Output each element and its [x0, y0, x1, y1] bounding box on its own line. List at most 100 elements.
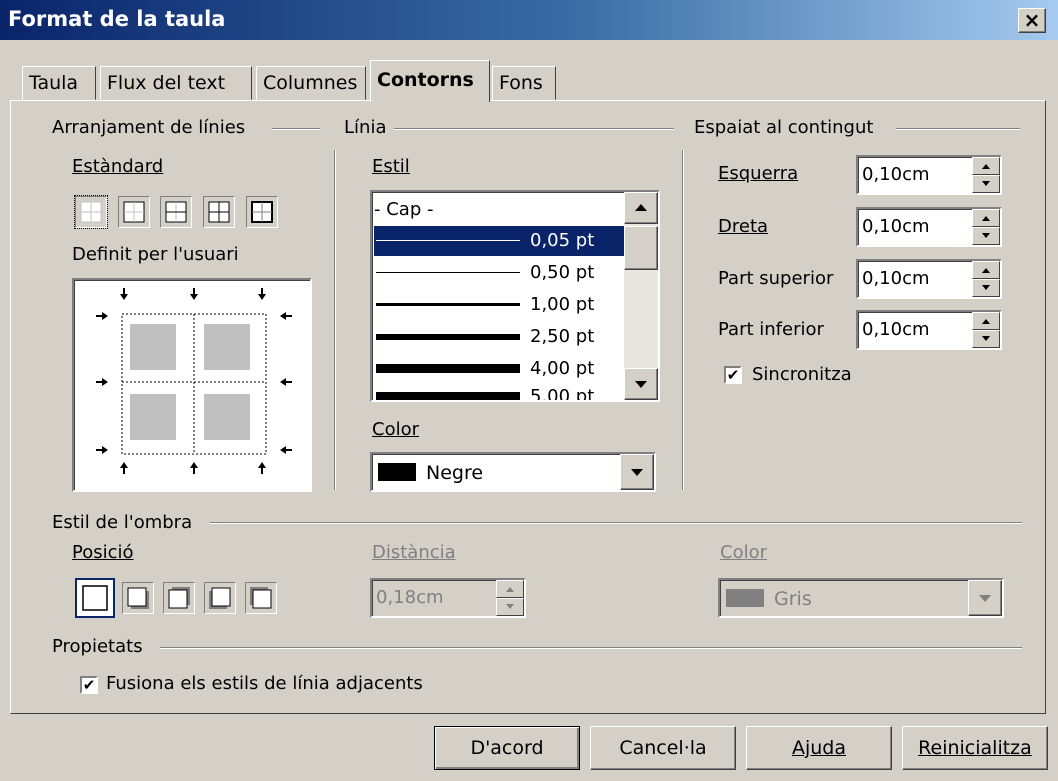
merge-label: Fusiona els estils de línia adjacents: [106, 673, 423, 694]
user-defined-label: Definit per l'usuari: [72, 244, 239, 265]
line-color-label: Color: [372, 419, 419, 440]
line-sample: [376, 303, 520, 306]
list-item[interactable]: 0,50 pt: [374, 258, 624, 288]
line-sample: [376, 392, 520, 400]
shadow-top-right-button[interactable]: [163, 582, 195, 614]
tab-fons[interactable]: Fons: [492, 66, 556, 100]
spacing-bottom-label: Part inferior: [718, 319, 824, 340]
reset-button[interactable]: Reinicialitza: [902, 726, 1048, 770]
line-sample: [376, 272, 520, 273]
shadow-bottom-left-button[interactable]: [204, 582, 236, 614]
spacing-title: Espaiat al contingut: [694, 117, 874, 138]
shadow-bottom-right-button[interactable]: [122, 582, 154, 614]
scroll-up-button[interactable]: [624, 192, 658, 224]
line-sample: [376, 364, 520, 373]
scroll-thumb[interactable]: [624, 226, 658, 270]
default-label: Estàndard: [72, 156, 164, 177]
group-line: [272, 128, 320, 130]
list-item-label: 2,50 pt: [530, 326, 595, 347]
list-item[interactable]: - Cap -: [374, 196, 624, 224]
shadow-distance-field[interactable]: 0,18cm: [370, 578, 526, 618]
border-preview[interactable]: [72, 278, 312, 492]
window-title: Format de la taula: [8, 7, 226, 31]
list-item-label: 5,00 pt: [530, 386, 595, 402]
spin-up-button[interactable]: [972, 209, 1000, 227]
spacing-left-field[interactable]: 0,10cm: [856, 155, 1002, 195]
shadow-top-left-button[interactable]: [245, 582, 277, 614]
line-color-select[interactable]: Negre: [370, 452, 656, 492]
cancel-button[interactable]: Cancel·la: [590, 726, 736, 770]
shadow-color-label: Color: [720, 542, 767, 563]
shadow-none-button[interactable]: [75, 578, 115, 618]
spacing-right-value: 0,10cm: [862, 216, 930, 237]
sync-label: Sincronitza: [752, 364, 852, 385]
merge-checkbox[interactable]: ✔: [80, 676, 98, 694]
help-button[interactable]: Ajuda: [746, 726, 892, 770]
list-item[interactable]: 1,00 pt: [374, 290, 624, 320]
line-title: Línia: [344, 117, 387, 138]
sync-checkbox[interactable]: ✔: [724, 366, 742, 384]
shadow-distance-label: Distància: [372, 542, 456, 563]
spacing-top-value: 0,10cm: [862, 268, 930, 289]
spin-down-button[interactable]: [972, 175, 1000, 193]
close-button[interactable]: ×: [1018, 8, 1046, 33]
spin-up-button[interactable]: [496, 580, 524, 598]
properties-title: Propietats: [52, 636, 143, 657]
line-arrangement-title: Arranjament de línies: [52, 117, 246, 138]
preset-outer-only-button[interactable]: [246, 196, 278, 228]
shadow-color-value: Gris: [774, 588, 812, 610]
line-sample: [376, 240, 520, 241]
list-item-label: - Cap -: [374, 199, 434, 220]
scrollbar[interactable]: [624, 192, 658, 400]
dropdown-arrow-button[interactable]: [968, 580, 1002, 616]
group-line: [160, 647, 1022, 649]
preset-outer-horizontal-button[interactable]: [160, 196, 192, 228]
tab-flux-del-text[interactable]: Flux del text: [100, 66, 252, 100]
divider: [334, 150, 336, 490]
spin-down-button[interactable]: [496, 598, 524, 616]
spacing-left-value: 0,10cm: [862, 164, 930, 185]
scroll-down-button[interactable]: [624, 368, 658, 400]
dropdown-arrow-button[interactable]: [620, 454, 654, 490]
list-item[interactable]: 2,50 pt: [374, 322, 624, 352]
color-swatch: [726, 589, 764, 607]
tab-columnes[interactable]: Columnes: [256, 66, 366, 100]
divider: [682, 150, 684, 490]
tab-contorns[interactable]: Contorns: [370, 60, 490, 102]
list-item-label: 1,00 pt: [530, 294, 595, 315]
color-swatch: [378, 463, 416, 481]
preset-outer-button[interactable]: [118, 196, 150, 228]
list-item[interactable]: 0,05 pt: [374, 226, 624, 256]
list-item[interactable]: 5,00 pt: [374, 386, 624, 402]
line-sample: [376, 334, 520, 340]
shadow-title: Estil de l'ombra: [52, 512, 193, 533]
line-color-value: Negre: [426, 462, 484, 484]
shadow-color-select[interactable]: Gris: [718, 578, 1004, 618]
preset-all-button[interactable]: [203, 196, 235, 228]
list-item-label: 0,50 pt: [530, 262, 595, 283]
spacing-right-field[interactable]: 0,10cm: [856, 207, 1002, 247]
spin-up-button[interactable]: [972, 157, 1000, 175]
spin-down-button[interactable]: [972, 279, 1000, 297]
spacing-bottom-value: 0,10cm: [862, 319, 930, 340]
ok-button[interactable]: D'acord: [434, 726, 580, 770]
spin-down-button[interactable]: [972, 330, 1000, 348]
line-style-list[interactable]: - Cap - 0,05 pt 0,50 pt 1,00 pt 2,50 pt …: [370, 190, 660, 402]
spin-up-button[interactable]: [972, 261, 1000, 279]
spacing-left-label: Esquerra: [718, 163, 799, 184]
group-line: [394, 128, 674, 130]
list-item[interactable]: 4,00 pt: [374, 354, 624, 384]
spin-up-button[interactable]: [972, 312, 1000, 330]
tab-taula[interactable]: Taula: [22, 66, 96, 100]
spacing-top-field[interactable]: 0,10cm: [856, 259, 1002, 299]
preset-none-button[interactable]: [74, 195, 108, 229]
list-item-label: 4,00 pt: [530, 358, 595, 379]
group-line: [896, 128, 1020, 130]
spacing-top-label: Part superior: [718, 268, 834, 289]
spacing-bottom-field[interactable]: 0,10cm: [856, 310, 1002, 350]
group-line: [210, 522, 1022, 524]
style-label: Estil: [372, 156, 410, 177]
shadow-distance-value: 0,18cm: [376, 587, 444, 608]
spacing-right-label: Dreta: [718, 216, 769, 237]
spin-down-button[interactable]: [972, 227, 1000, 245]
